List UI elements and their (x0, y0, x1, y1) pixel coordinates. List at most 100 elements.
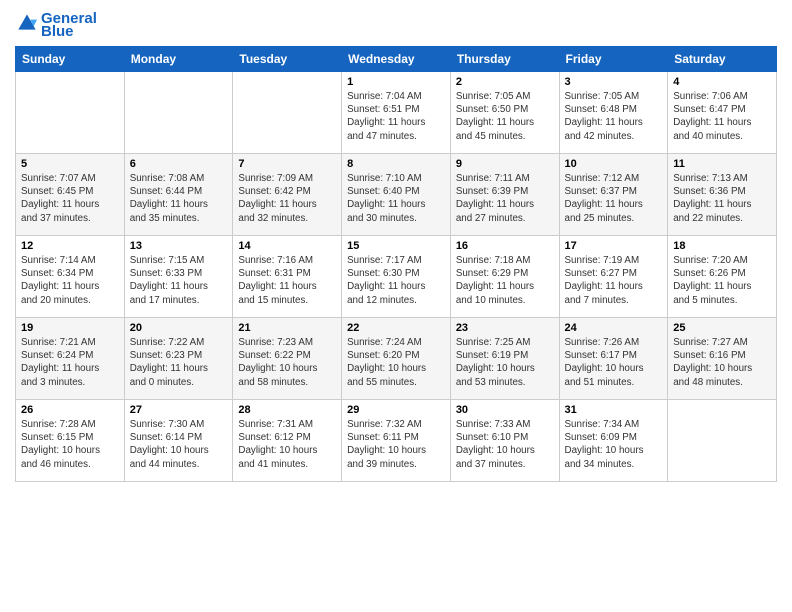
calendar-cell: 1Sunrise: 7:04 AM Sunset: 6:51 PM Daylig… (342, 72, 451, 154)
day-info: Sunrise: 7:15 AM Sunset: 6:33 PM Dayligh… (130, 254, 228, 307)
day-number: 20 (130, 322, 228, 334)
calendar-cell: 21 Sunrise: 7:23 AM Sunset: 6:22 PM Dayli… (233, 318, 342, 400)
calendar-cell: 19 Sunrise: 7:21 AM Sunset: 6:24 PM Dayli… (16, 318, 125, 400)
day-info: Sunrise: 7:05 AM Sunset: 6:50 PM Dayligh… (456, 90, 554, 143)
day-info: Sunrise: 7:24 AM Sunset: 6:20 PM Dayligh… (347, 336, 445, 389)
day-info: Sunrise: 7:33 AM Sunset: 6:10 PM Dayligh… (456, 418, 554, 471)
calendar-cell: 16Sunrise: 7:18 AM Sunset: 6:29 PM Dayli… (450, 236, 559, 318)
day-info: Sunrise: 7:22 AM Sunset: 6:23 PM Dayligh… (130, 336, 228, 389)
day-number: 12 (21, 240, 119, 252)
calendar-cell: 8 Sunrise: 7:10 AM Sunset: 6:40 PM Daylig… (342, 154, 451, 236)
day-number: 9 (456, 158, 554, 170)
calendar-row-5: 26 Sunrise: 7:28 AM Sunset: 6:15 PM Dayli… (16, 400, 777, 482)
day-info: Sunrise: 7:06 AM Sunset: 6:47 PM Dayligh… (673, 90, 771, 143)
calendar-cell (124, 72, 233, 154)
header-cell-monday: Monday (124, 47, 233, 72)
day-info: Sunrise: 7:04 AM Sunset: 6:51 PM Dayligh… (347, 90, 445, 143)
calendar-cell: 9 Sunrise: 7:11 AM Sunset: 6:39 PM Daylig… (450, 154, 559, 236)
calendar-table: SundayMondayTuesdayWednesdayThursdayFrid… (15, 46, 777, 482)
day-info: Sunrise: 7:11 AM Sunset: 6:39 PM Dayligh… (456, 172, 554, 225)
day-number: 26 (21, 404, 119, 416)
header-cell-saturday: Saturday (668, 47, 777, 72)
day-number: 17 (565, 240, 663, 252)
calendar-cell (233, 72, 342, 154)
calendar-cell: 26 Sunrise: 7:28 AM Sunset: 6:15 PM Dayli… (16, 400, 125, 482)
day-info: Sunrise: 7:26 AM Sunset: 6:17 PM Dayligh… (565, 336, 663, 389)
day-info: Sunrise: 7:19 AM Sunset: 6:27 PM Dayligh… (565, 254, 663, 307)
day-info: Sunrise: 7:12 AM Sunset: 6:37 PM Dayligh… (565, 172, 663, 225)
day-info: Sunrise: 7:21 AM Sunset: 6:24 PM Dayligh… (21, 336, 119, 389)
day-info: Sunrise: 7:34 AM Sunset: 6:09 PM Dayligh… (565, 418, 663, 471)
day-number: 6 (130, 158, 228, 170)
calendar-cell: 11 Sunrise: 7:13 AM Sunset: 6:36 PM Dayli… (668, 154, 777, 236)
calendar-cell: 2 Sunrise: 7:05 AM Sunset: 6:50 PM Daylig… (450, 72, 559, 154)
calendar-cell (16, 72, 125, 154)
day-info: Sunrise: 7:05 AM Sunset: 6:48 PM Dayligh… (565, 90, 663, 143)
day-info: Sunrise: 7:10 AM Sunset: 6:40 PM Dayligh… (347, 172, 445, 225)
day-number: 15 (347, 240, 445, 252)
day-info: Sunrise: 7:16 AM Sunset: 6:31 PM Dayligh… (238, 254, 336, 307)
calendar-cell: 29Sunrise: 7:32 AM Sunset: 6:11 PM Dayli… (342, 400, 451, 482)
day-number: 27 (130, 404, 228, 416)
calendar-cell: 23 Sunrise: 7:25 AM Sunset: 6:19 PM Dayli… (450, 318, 559, 400)
day-info: Sunrise: 7:25 AM Sunset: 6:19 PM Dayligh… (456, 336, 554, 389)
calendar-cell: 14 Sunrise: 7:16 AM Sunset: 6:31 PM Dayli… (233, 236, 342, 318)
calendar-cell: 15Sunrise: 7:17 AM Sunset: 6:30 PM Dayli… (342, 236, 451, 318)
day-number: 22 (347, 322, 445, 334)
calendar-cell: 22 Sunrise: 7:24 AM Sunset: 6:20 PM Dayli… (342, 318, 451, 400)
calendar-row-1: 1Sunrise: 7:04 AM Sunset: 6:51 PM Daylig… (16, 72, 777, 154)
day-info: Sunrise: 7:23 AM Sunset: 6:22 PM Dayligh… (238, 336, 336, 389)
day-number: 25 (673, 322, 771, 334)
logo: General Blue (15, 10, 97, 40)
calendar-cell (668, 400, 777, 482)
day-info: Sunrise: 7:07 AM Sunset: 6:45 PM Dayligh… (21, 172, 119, 225)
header: General Blue (15, 10, 777, 40)
calendar-cell: 18 Sunrise: 7:20 AM Sunset: 6:26 PM Dayli… (668, 236, 777, 318)
calendar-cell: 17 Sunrise: 7:19 AM Sunset: 6:27 PM Dayli… (559, 236, 668, 318)
calendar-cell: 30 Sunrise: 7:33 AM Sunset: 6:10 PM Dayli… (450, 400, 559, 482)
day-number: 23 (456, 322, 554, 334)
day-number: 18 (673, 240, 771, 252)
day-info: Sunrise: 7:08 AM Sunset: 6:44 PM Dayligh… (130, 172, 228, 225)
day-info: Sunrise: 7:14 AM Sunset: 6:34 PM Dayligh… (21, 254, 119, 307)
logo-icon (17, 13, 37, 33)
day-number: 24 (565, 322, 663, 334)
day-number: 30 (456, 404, 554, 416)
header-cell-tuesday: Tuesday (233, 47, 342, 72)
day-number: 10 (565, 158, 663, 170)
calendar-cell: 31 Sunrise: 7:34 AM Sunset: 6:09 PM Dayli… (559, 400, 668, 482)
day-info: Sunrise: 7:28 AM Sunset: 6:15 PM Dayligh… (21, 418, 119, 471)
day-number: 21 (238, 322, 336, 334)
day-number: 5 (21, 158, 119, 170)
calendar-row-2: 5 Sunrise: 7:07 AM Sunset: 6:45 PM Daylig… (16, 154, 777, 236)
calendar-cell: 6 Sunrise: 7:08 AM Sunset: 6:44 PM Daylig… (124, 154, 233, 236)
calendar-cell: 5 Sunrise: 7:07 AM Sunset: 6:45 PM Daylig… (16, 154, 125, 236)
calendar-row-4: 19 Sunrise: 7:21 AM Sunset: 6:24 PM Dayli… (16, 318, 777, 400)
calendar-cell: 12 Sunrise: 7:14 AM Sunset: 6:34 PM Dayli… (16, 236, 125, 318)
day-number: 11 (673, 158, 771, 170)
day-info: Sunrise: 7:13 AM Sunset: 6:36 PM Dayligh… (673, 172, 771, 225)
day-number: 19 (21, 322, 119, 334)
calendar-cell: 25 Sunrise: 7:27 AM Sunset: 6:16 PM Dayli… (668, 318, 777, 400)
day-number: 14 (238, 240, 336, 252)
day-number: 4 (673, 76, 771, 88)
calendar-row-3: 12 Sunrise: 7:14 AM Sunset: 6:34 PM Dayli… (16, 236, 777, 318)
calendar-cell: 13Sunrise: 7:15 AM Sunset: 6:33 PM Dayli… (124, 236, 233, 318)
day-number: 8 (347, 158, 445, 170)
day-number: 31 (565, 404, 663, 416)
day-number: 29 (347, 404, 445, 416)
calendar-cell: 4 Sunrise: 7:06 AM Sunset: 6:47 PM Daylig… (668, 72, 777, 154)
day-info: Sunrise: 7:31 AM Sunset: 6:12 PM Dayligh… (238, 418, 336, 471)
day-info: Sunrise: 7:27 AM Sunset: 6:16 PM Dayligh… (673, 336, 771, 389)
calendar-cell: 20 Sunrise: 7:22 AM Sunset: 6:23 PM Dayli… (124, 318, 233, 400)
header-cell-wednesday: Wednesday (342, 47, 451, 72)
day-info: Sunrise: 7:09 AM Sunset: 6:42 PM Dayligh… (238, 172, 336, 225)
day-info: Sunrise: 7:20 AM Sunset: 6:26 PM Dayligh… (673, 254, 771, 307)
header-cell-sunday: Sunday (16, 47, 125, 72)
day-number: 7 (238, 158, 336, 170)
day-number: 2 (456, 76, 554, 88)
day-info: Sunrise: 7:18 AM Sunset: 6:29 PM Dayligh… (456, 254, 554, 307)
calendar-cell: 10 Sunrise: 7:12 AM Sunset: 6:37 PM Dayli… (559, 154, 668, 236)
calendar-header-row: SundayMondayTuesdayWednesdayThursdayFrid… (16, 47, 777, 72)
calendar-cell: 28Sunrise: 7:31 AM Sunset: 6:12 PM Dayli… (233, 400, 342, 482)
